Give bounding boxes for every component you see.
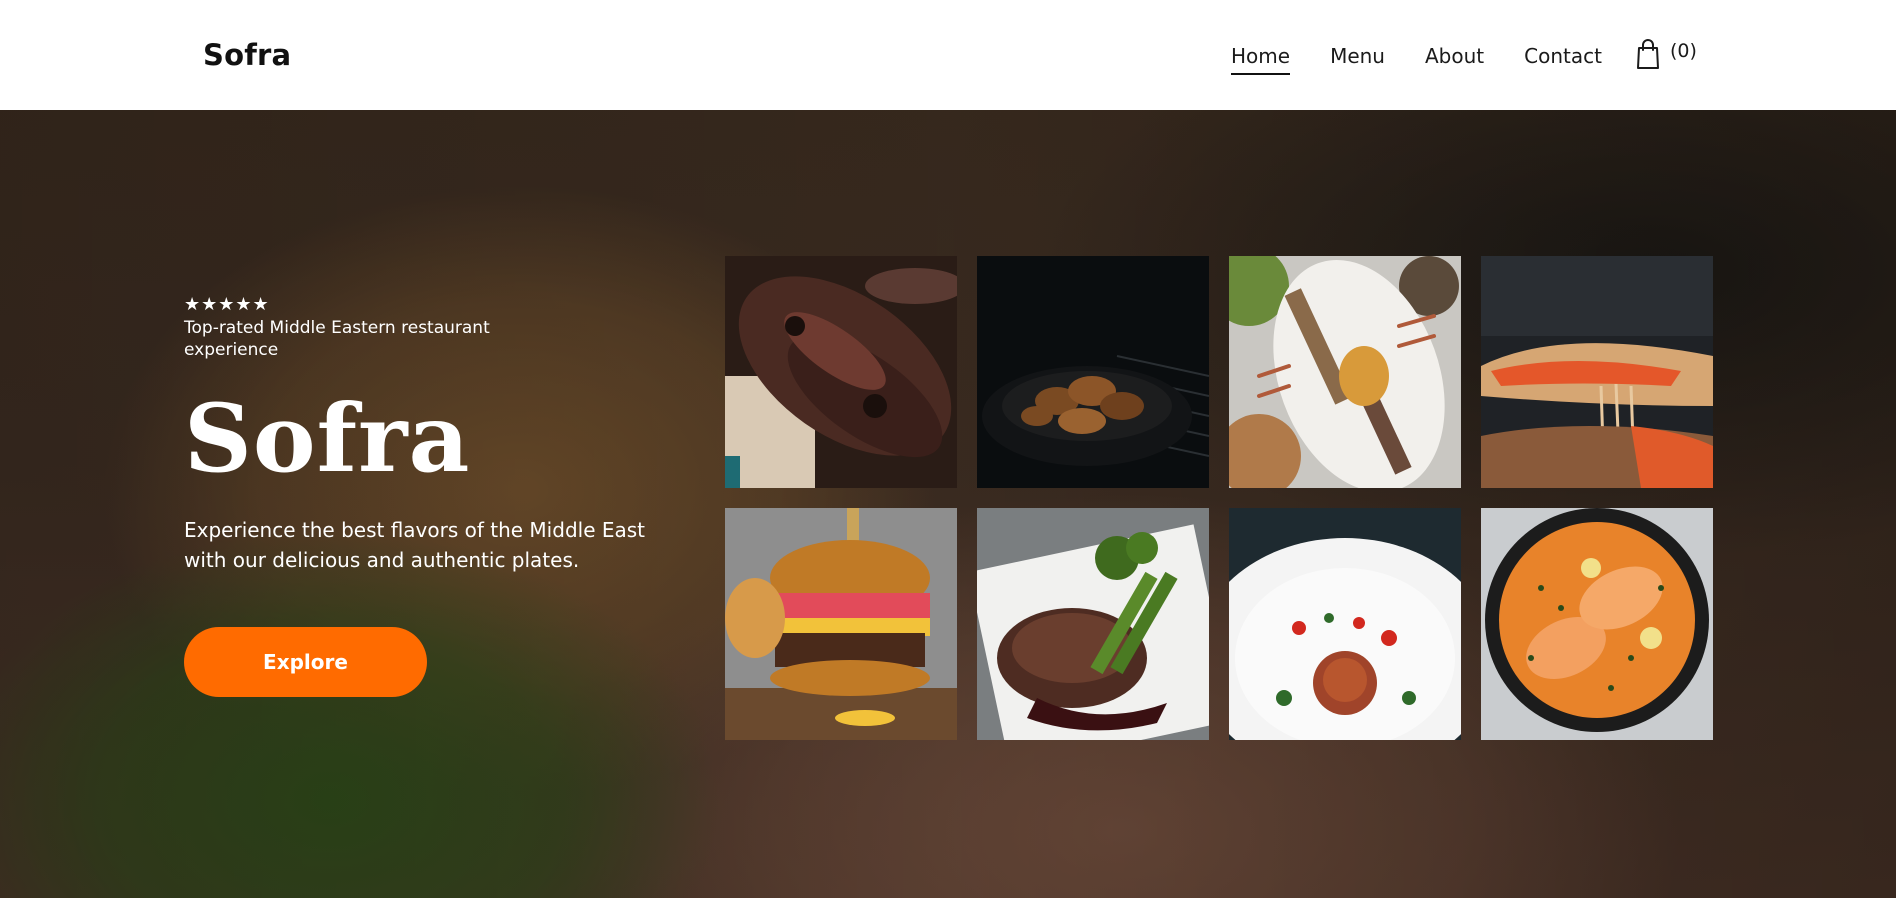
steak-plate-photo[interactable] bbox=[977, 508, 1209, 740]
fried-chicken-skillet-photo[interactable] bbox=[977, 256, 1209, 488]
page-bottom bbox=[0, 898, 1896, 917]
main-nav: Home Menu About Contact bbox=[1231, 44, 1642, 75]
cheesy-flatbread-photo[interactable] bbox=[1481, 256, 1713, 488]
cart-count: (0) bbox=[1670, 40, 1697, 62]
nav-home-link[interactable]: Home bbox=[1231, 44, 1291, 75]
site-header: Sofra Home Menu About Contact (0) bbox=[0, 0, 1896, 110]
grilled-ribs-photo[interactable] bbox=[725, 256, 957, 488]
nav-about-link[interactable]: About bbox=[1425, 44, 1484, 74]
hero-description: Experience the best flavors of the Middl… bbox=[184, 518, 646, 572]
hero-section: ★★★★★ Top-rated Middle Eastern restauran… bbox=[0, 110, 1896, 898]
nav-menu-link[interactable]: Menu bbox=[1330, 44, 1385, 74]
nav-contact-link[interactable]: Contact bbox=[1524, 44, 1602, 74]
hero-title: Sofra bbox=[184, 384, 471, 494]
burger-photo[interactable] bbox=[725, 508, 957, 740]
cart-button[interactable]: (0) bbox=[1634, 38, 1697, 70]
hero-tagline: Top-rated Middle Eastern restaurant expe… bbox=[184, 318, 490, 360]
shopping-bag-icon bbox=[1637, 39, 1659, 69]
explore-button[interactable]: Explore bbox=[184, 627, 427, 697]
hero-content: ★★★★★ Top-rated Middle Eastern restauran… bbox=[184, 294, 704, 697]
food-gallery bbox=[725, 256, 1713, 740]
salmon-pan-photo[interactable] bbox=[1481, 508, 1713, 740]
skewers-platter-photo[interactable] bbox=[1229, 256, 1461, 488]
rating-stars: ★★★★★ bbox=[184, 294, 270, 315]
brand-logo[interactable]: Sofra bbox=[203, 38, 291, 72]
spaghetti-plate-photo[interactable] bbox=[1229, 508, 1461, 740]
